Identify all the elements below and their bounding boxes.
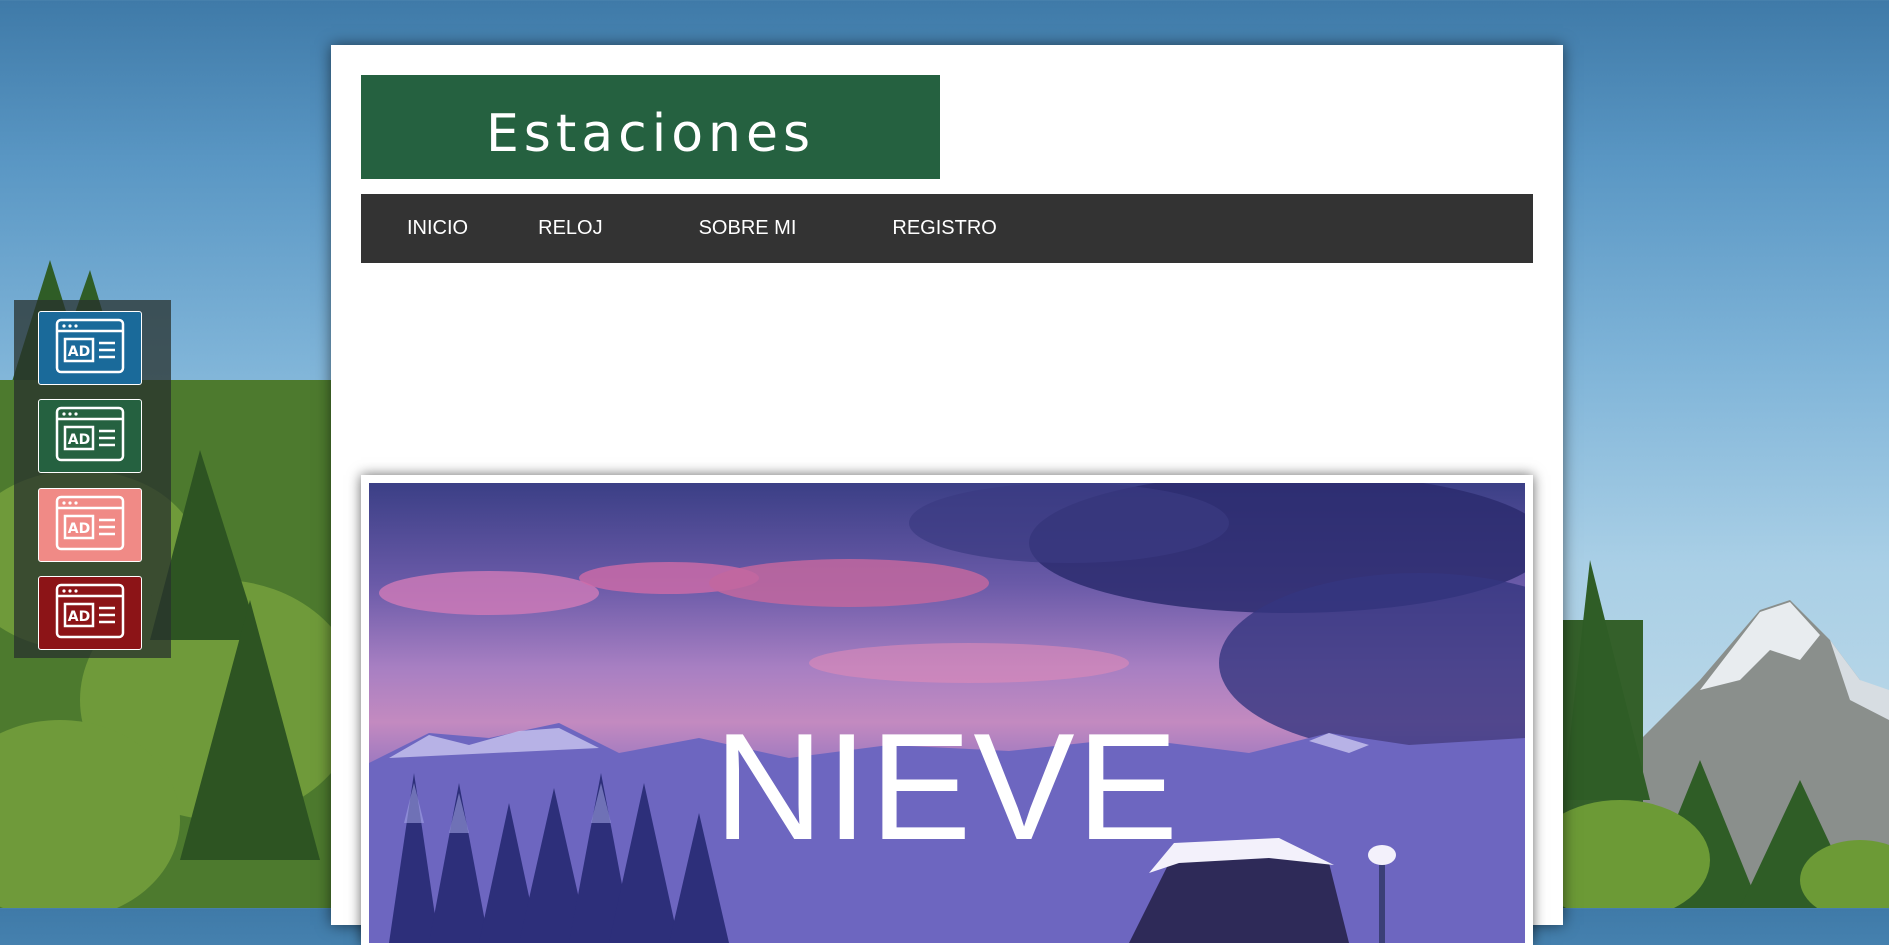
hero-title: NIEVE	[713, 702, 1181, 872]
page-container: Estaciones INICIO RELOJ SOBRE MI REGISTR…	[331, 45, 1563, 945]
ad-button-red[interactable]: AD	[38, 576, 142, 650]
ad-button-green[interactable]: AD	[38, 399, 142, 473]
site-logo-text: Estaciones	[485, 104, 816, 164]
site-logo[interactable]: Estaciones	[361, 75, 940, 179]
ad-window-icon: AD	[55, 495, 125, 556]
ad-button-pink[interactable]: AD	[38, 488, 142, 562]
svg-text:AD: AD	[68, 609, 90, 625]
nav-item-reloj[interactable]: RELOJ	[538, 217, 602, 240]
svg-text:AD: AD	[68, 344, 90, 360]
ad-button-blue[interactable]: AD	[38, 311, 142, 385]
nav-item-sobre-mi[interactable]: SOBRE MI	[699, 217, 797, 240]
ad-window-icon: AD	[55, 406, 125, 467]
nav-item-registro[interactable]: REGISTRO	[892, 217, 996, 240]
main-nav: INICIO RELOJ SOBRE MI REGISTRO	[361, 194, 1533, 263]
hero-image: NIEVE	[369, 483, 1525, 943]
ad-window-icon: AD	[55, 583, 125, 644]
ad-window-icon: AD	[55, 318, 125, 379]
svg-text:AD: AD	[68, 432, 90, 448]
nav-item-inicio[interactable]: INICIO	[407, 217, 468, 240]
svg-text:AD: AD	[68, 521, 90, 537]
side-ad-bar: AD AD AD AD	[14, 300, 171, 658]
hero-frame: NIEVE	[361, 475, 1533, 945]
